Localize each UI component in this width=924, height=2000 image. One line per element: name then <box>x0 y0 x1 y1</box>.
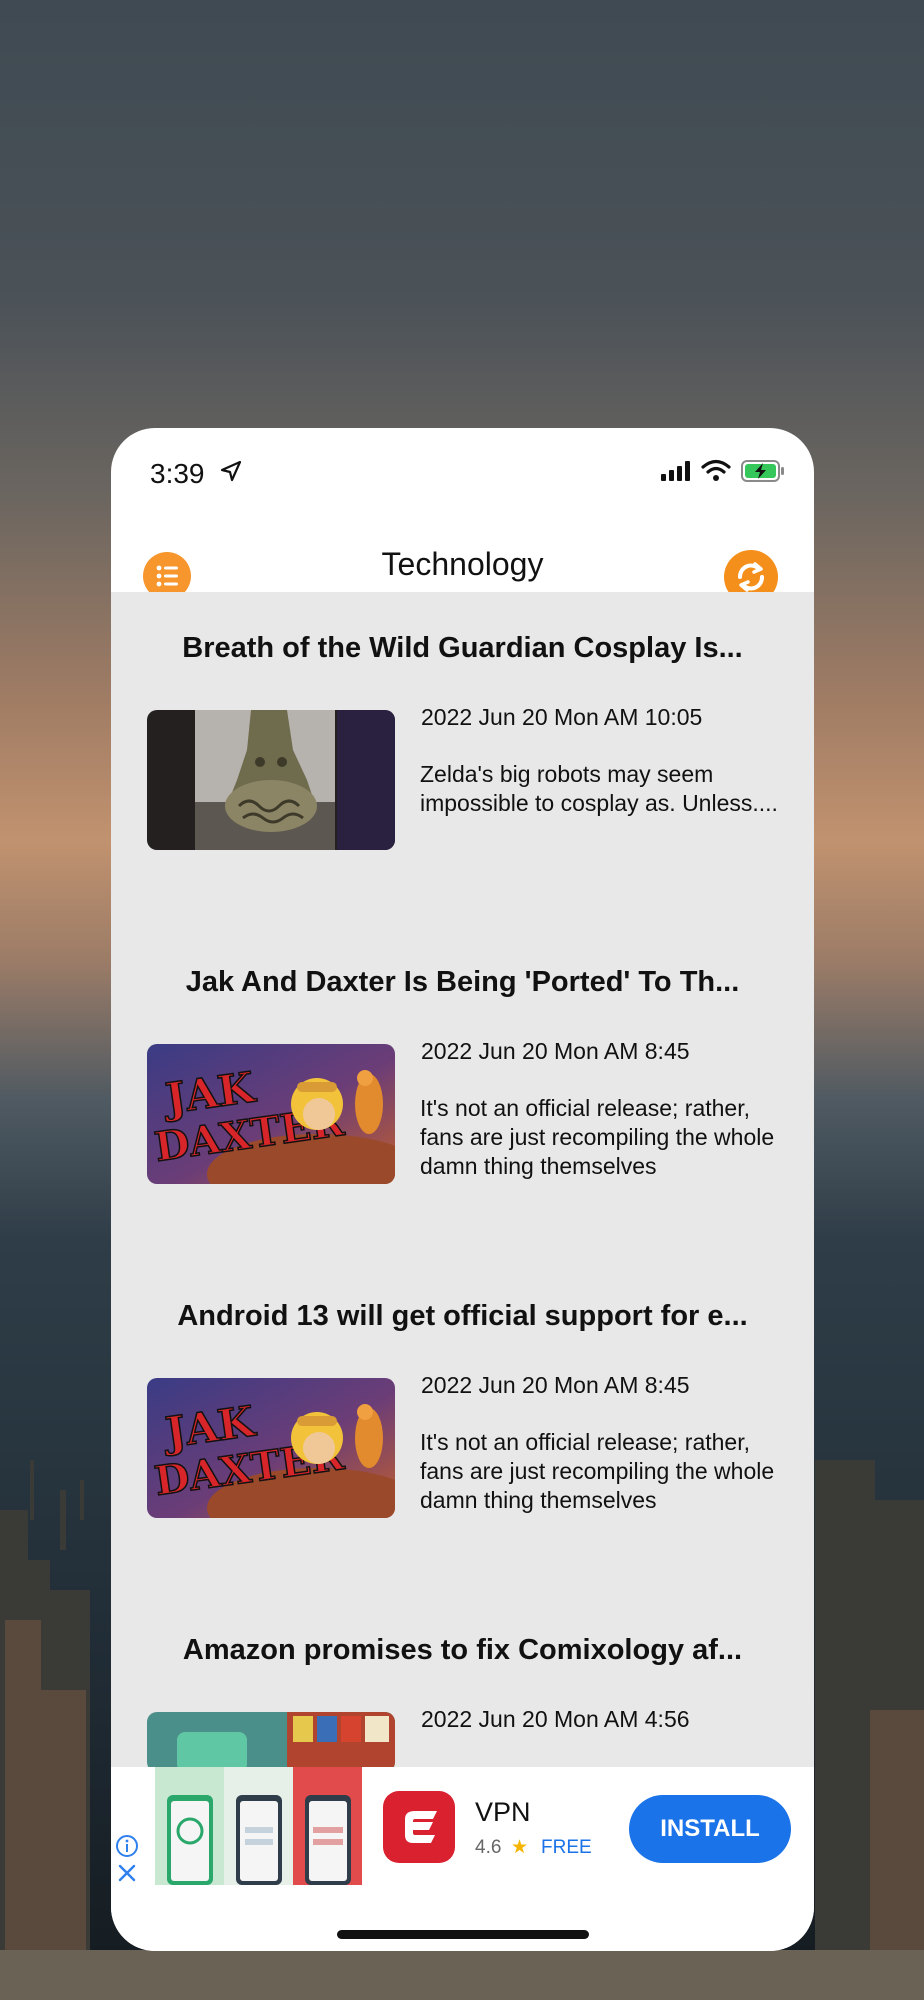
status-time: 3:39 <box>150 458 205 489</box>
article-thumbnail <box>147 1712 395 1767</box>
article-thumbnail <box>147 710 395 850</box>
wifi-icon <box>701 459 731 481</box>
article-summary: It's not an official release; rather, fa… <box>420 1095 775 1179</box>
article-date: 2022 Jun 20 Mon AM 10:05 <box>421 704 703 730</box>
article-thumbnail: JAK DAXTER <box>147 1378 395 1518</box>
vpn-app-icon[interactable] <box>383 1791 455 1863</box>
article-list: Breath of the Wild Guardian Cosplay Is..… <box>111 592 814 1767</box>
ad-app-name: VPN <box>475 1797 531 1827</box>
article-title: Breath of the Wild Guardian Cosplay Is..… <box>182 632 743 664</box>
article-date: 2022 Jun 20 Mon AM 8:45 <box>421 1038 690 1064</box>
info-icon[interactable] <box>115 1834 139 1858</box>
location-arrow-icon <box>220 460 242 482</box>
ad-price: FREE <box>541 1837 592 1858</box>
home-indicator[interactable] <box>337 1930 589 1939</box>
article-thumbnail: JAK DAXTER <box>147 1044 395 1184</box>
article-item[interactable]: Breath of the Wild Guardian Cosplay Is..… <box>111 592 814 926</box>
status-bar: 3:39 <box>111 428 814 508</box>
article-item[interactable]: Android 13 will get official support for… <box>111 1260 814 1594</box>
page-title: Technology <box>381 546 544 582</box>
article-item[interactable]: Amazon promises to fix Comixology af... … <box>111 1594 814 1767</box>
ad-rating: 4.6 <box>475 1837 502 1858</box>
app-window: 3:39 Technology Breath of the Wild Guard… <box>111 428 814 1951</box>
signal-icon <box>661 461 690 481</box>
article-title: Jak And Daxter Is Being 'Ported' To Th..… <box>185 966 740 998</box>
close-icon[interactable] <box>116 1862 138 1884</box>
article-summary: It's not an official release; rather, fa… <box>420 1429 775 1513</box>
ad-banner[interactable]: VPN 4.6 ★ FREE INSTALL <box>111 1767 814 1951</box>
vpn-logo-icon <box>405 1811 437 1843</box>
article-title: Amazon promises to fix Comixology af... <box>182 1634 743 1666</box>
article-date: 2022 Jun 20 Mon AM 8:45 <box>421 1372 690 1398</box>
article-item[interactable]: Jak And Daxter Is Being 'Ported' To Th..… <box>111 926 814 1260</box>
install-button[interactable]: INSTALL <box>629 1795 791 1863</box>
star-icon: ★ <box>511 1837 529 1858</box>
article-title: Android 13 will get official support for… <box>177 1300 748 1332</box>
battery-charging-icon <box>741 460 784 482</box>
article-summary: Zelda's big robots may seem impossible t… <box>420 761 778 816</box>
ad-screenshots <box>155 1767 362 1885</box>
article-date: 2022 Jun 20 Mon AM 4:56 <box>421 1706 690 1732</box>
